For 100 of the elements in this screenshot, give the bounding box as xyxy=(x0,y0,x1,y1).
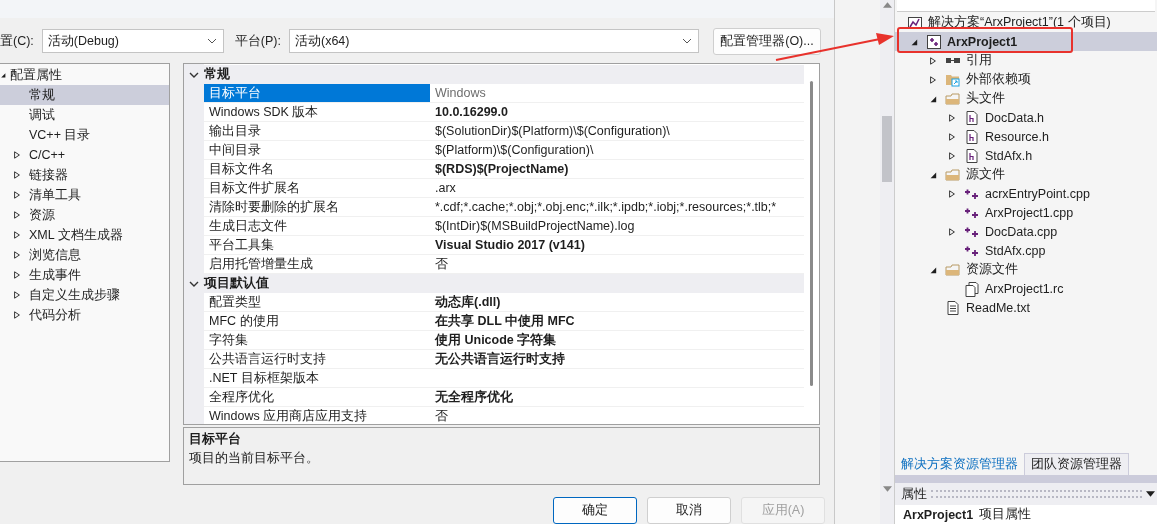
property-name[interactable]: 配置类型 xyxy=(204,293,430,312)
dropdown-arrow-icon[interactable] xyxy=(1146,491,1155,497)
property-value[interactable]: *.cdf;*.cache;*.obj;*.obj.enc;*.ilk;*.ipdb;*.iobj;*.resources;*.tlb;* xyxy=(430,198,804,217)
tree-item[interactable]: VC++ 目录 xyxy=(0,125,169,145)
grip-dots[interactable] xyxy=(931,490,1142,498)
tree-item[interactable]: ArxProject1.rc xyxy=(895,279,1157,298)
dialog-button[interactable]: 取消 xyxy=(647,497,731,524)
tree-item[interactable]: C/C++ xyxy=(0,145,169,165)
collapsed-triangle-icon[interactable] xyxy=(13,250,21,260)
collapsed-triangle-icon[interactable] xyxy=(13,270,21,280)
property-value[interactable]: 10.0.16299.0 xyxy=(430,103,804,122)
tree-item[interactable]: 资源 xyxy=(0,205,169,225)
collapsed-triangle-icon[interactable] xyxy=(13,210,21,220)
property-name[interactable]: Windows SDK 版本 xyxy=(204,103,430,122)
property-name[interactable]: 公共语言运行时支持 xyxy=(204,350,430,369)
property-name[interactable]: 生成日志文件 xyxy=(204,217,430,236)
collapsed-triangle-icon[interactable] xyxy=(13,230,21,240)
expanded-triangle-icon[interactable] xyxy=(929,265,937,274)
property-value[interactable]: .arx xyxy=(430,179,804,198)
property-value[interactable]: $(SolutionDir)$(Platform)\$(Configuration)\ xyxy=(430,122,804,141)
tree-item[interactable]: ArxProject1.cpp xyxy=(895,203,1157,222)
tree-item[interactable]: Resource.h xyxy=(895,127,1157,146)
search-field[interactable] xyxy=(897,0,1155,12)
configuration-dropdown[interactable]: 活动(Debug) xyxy=(41,29,224,53)
dialog-button[interactable]: 确定 xyxy=(553,497,637,524)
tree-item[interactable]: 源文件 xyxy=(895,165,1157,184)
tree-item[interactable]: ReadMe.txt xyxy=(895,298,1157,317)
collapsed-triangle-icon[interactable] xyxy=(948,150,956,161)
collapsed-triangle-icon[interactable] xyxy=(948,226,956,237)
property-name[interactable]: .NET 目标框架版本 xyxy=(204,369,430,388)
property-value[interactable]: 无全程序优化 xyxy=(430,388,804,407)
tree-item[interactable]: DocData.h xyxy=(895,108,1157,127)
tree-item[interactable]: 资源文件 xyxy=(895,260,1157,279)
collapsed-triangle-icon[interactable] xyxy=(929,55,937,66)
property-value[interactable]: Visual Studio 2017 (v141) xyxy=(430,236,804,255)
property-name[interactable]: MFC 的使用 xyxy=(204,312,430,331)
property-value[interactable]: Windows xyxy=(430,84,804,103)
tree-item[interactable]: 引用 xyxy=(895,51,1157,70)
tree-item[interactable]: 配置属性 xyxy=(0,65,169,85)
collapsed-triangle-icon[interactable] xyxy=(929,74,937,85)
property-name[interactable]: 输出目录 xyxy=(204,122,430,141)
tree-item[interactable]: StdAfx.h xyxy=(895,146,1157,165)
tree-item[interactable]: 常规 xyxy=(0,85,169,105)
tree-item[interactable]: 头文件 xyxy=(895,89,1157,108)
scrollbar-thumb[interactable] xyxy=(882,116,892,182)
collapsed-triangle-icon[interactable] xyxy=(948,131,956,142)
property-value[interactable]: $(IntDir)$(MSBuildProjectName).log xyxy=(430,217,804,236)
document-icon xyxy=(964,280,980,297)
property-name[interactable]: 目标平台 xyxy=(204,84,430,103)
property-value[interactable]: 动态库(.dll) xyxy=(430,293,804,312)
panel-tab[interactable]: 团队资源管理器 xyxy=(1024,453,1129,475)
property-name[interactable]: 字符集 xyxy=(204,331,430,350)
tree-item[interactable]: 外部依赖项 xyxy=(895,70,1157,89)
platform-label: 平台(P): xyxy=(234,32,281,50)
property-value[interactable]: $(RDS)$(ProjectName) xyxy=(430,160,804,179)
property-name[interactable]: 目标文件名 xyxy=(204,160,430,179)
property-name[interactable]: Windows 应用商店应用支持 xyxy=(204,407,430,424)
property-name[interactable]: 中间目录 xyxy=(204,141,430,160)
expanded-triangle-icon[interactable] xyxy=(929,170,937,179)
expanded-triangle-icon[interactable] xyxy=(0,71,6,79)
collapsed-triangle-icon[interactable] xyxy=(13,290,21,300)
tree-item[interactable]: 解决方案“ArxProject1”(1 个项目) xyxy=(895,13,1157,32)
collapsed-triangle-icon[interactable] xyxy=(948,112,956,123)
collapsed-triangle-icon[interactable] xyxy=(13,170,21,180)
property-value[interactable]: 使用 Unicode 字符集 xyxy=(430,331,804,350)
property-name[interactable]: 平台工具集 xyxy=(204,236,430,255)
tree-item[interactable]: 调试 xyxy=(0,105,169,125)
property-name[interactable]: 目标文件扩展名 xyxy=(204,179,430,198)
header-file-icon xyxy=(964,147,980,164)
collapsed-triangle-icon[interactable] xyxy=(13,150,21,160)
tree-item[interactable]: 链接器 xyxy=(0,165,169,185)
property-value[interactable]: 在共享 DLL 中使用 MFC xyxy=(430,312,804,331)
tree-item[interactable]: ArxProject1 xyxy=(895,32,1157,51)
platform-dropdown[interactable]: 活动(x64) xyxy=(288,29,699,53)
collapsed-triangle-icon[interactable] xyxy=(948,188,956,199)
tree-item[interactable]: DocData.cpp xyxy=(895,222,1157,241)
property-name[interactable]: 全程序优化 xyxy=(204,388,430,407)
header-file-icon xyxy=(964,109,980,126)
tree-item[interactable]: 清单工具 xyxy=(0,185,169,205)
property-name[interactable]: 清除时要删除的扩展名 xyxy=(204,198,430,217)
property-value[interactable]: $(Platform)\$(Configuration)\ xyxy=(430,141,804,160)
tree-item[interactable]: acrxEntryPoint.cpp xyxy=(895,184,1157,203)
expanded-triangle-icon[interactable] xyxy=(910,37,918,46)
tree-item[interactable]: 代码分析 xyxy=(0,305,169,325)
expanded-triangle-icon[interactable] xyxy=(929,94,937,103)
configuration-manager-button[interactable]: 配置管理器(O)... xyxy=(712,27,821,55)
collapsed-triangle-icon[interactable] xyxy=(13,190,21,200)
object-selector[interactable]: ArxProject1 项目属性 xyxy=(895,505,1157,524)
scroll-up-icon[interactable] xyxy=(882,2,892,8)
property-value[interactable]: 无公共语言运行时支持 xyxy=(430,350,804,369)
tree-item[interactable]: StdAfx.cpp xyxy=(895,241,1157,260)
description-title: 目标平台 xyxy=(189,431,241,448)
scroll-down-icon[interactable] xyxy=(882,486,892,492)
project-icon xyxy=(926,33,942,50)
tree-item[interactable]: 浏览信息 xyxy=(0,245,169,265)
scrollbar[interactable] xyxy=(810,81,813,386)
tree-item[interactable]: XML 文档生成器 xyxy=(0,225,169,245)
collapsed-triangle-icon[interactable] xyxy=(13,310,21,320)
tree-item[interactable]: 生成事件 xyxy=(0,265,169,285)
tree-item[interactable]: 自定义生成步骤 xyxy=(0,285,169,305)
